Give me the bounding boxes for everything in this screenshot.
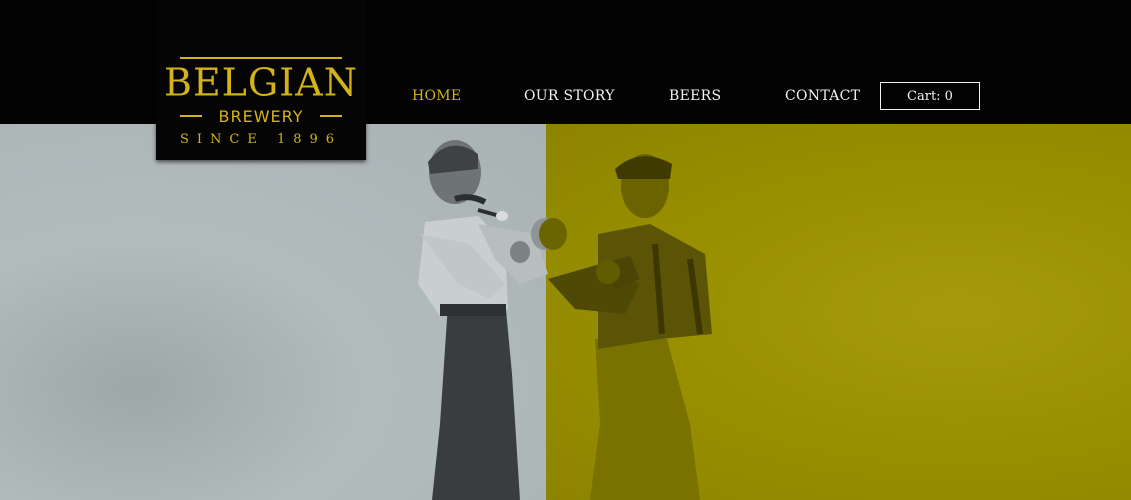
left-boxer bbox=[418, 140, 559, 500]
boxers-illustration bbox=[418, 140, 712, 500]
nav-our-story[interactable]: OUR STORY bbox=[524, 88, 615, 104]
right-boxer bbox=[539, 154, 712, 500]
nav-contact[interactable]: CONTACT bbox=[785, 88, 860, 104]
logo-brand-text: BELGIAN bbox=[164, 59, 358, 105]
hero-image bbox=[0, 124, 1131, 500]
brand-logo[interactable]: BELGIAN BREWERY SINCE 1896 bbox=[156, 0, 366, 160]
cart-button[interactable]: Cart: 0 bbox=[880, 82, 980, 110]
logo-since-text: SINCE 1896 bbox=[179, 132, 343, 147]
logo-right-rule bbox=[320, 115, 342, 117]
logo-sub-row: BREWERY bbox=[180, 104, 342, 128]
nav-home[interactable]: HOME bbox=[412, 88, 461, 104]
logo-left-rule bbox=[180, 115, 202, 117]
nav-beers[interactable]: BEERS bbox=[669, 88, 721, 104]
logo-sub-text: BREWERY bbox=[218, 106, 304, 126]
